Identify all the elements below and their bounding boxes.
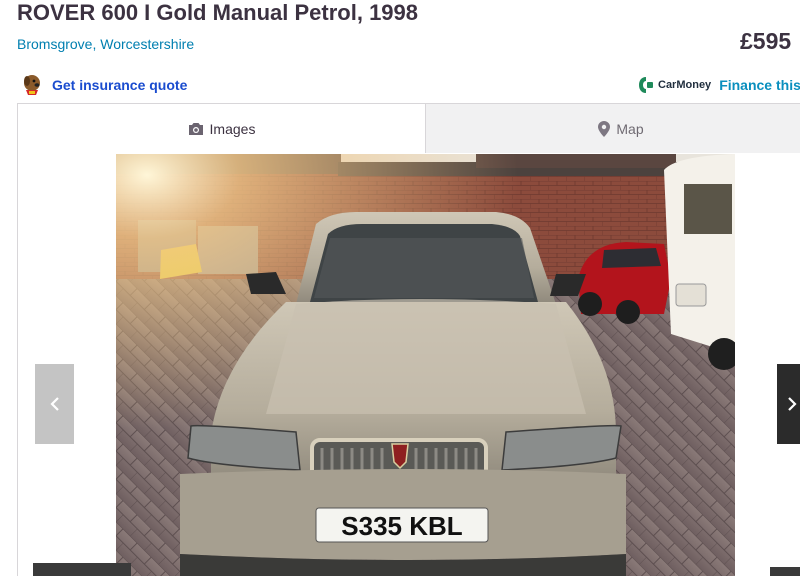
listing-title: ROVER 600 I Gold Manual Petrol, 1998 xyxy=(17,0,419,25)
carmoney-brand: CarMoney xyxy=(658,79,712,91)
carmoney-finance-link[interactable]: CarMoney Finance this car xyxy=(638,74,800,96)
car-photo[interactable]: S335 KBL xyxy=(116,154,735,576)
carmoney-logo-icon xyxy=(639,77,653,93)
listing-price: £595 xyxy=(740,28,792,54)
camera-icon xyxy=(188,122,203,135)
tab-images-label: Images xyxy=(209,120,256,137)
tab-map[interactable]: Map xyxy=(426,104,800,153)
insurance-quote-link[interactable]: Get insurance quote xyxy=(20,72,187,98)
finance-link-label: Finance this car xyxy=(719,77,800,93)
previous-image-button[interactable] xyxy=(35,364,74,444)
thumbnail-strip-right[interactable] xyxy=(770,567,800,576)
chevron-right-icon xyxy=(788,397,797,411)
tab-map-label: Map xyxy=(616,120,644,137)
license-plate: S335 KBL xyxy=(341,511,462,541)
insurance-quote-label: Get insurance quote xyxy=(52,77,188,93)
chevron-left-icon xyxy=(49,397,59,411)
media-tabs: Images Map xyxy=(17,103,800,153)
tab-images[interactable]: Images xyxy=(18,104,426,153)
car-photo-illustration: S335 KBL xyxy=(116,154,735,576)
insurance-dog-icon xyxy=(24,75,40,95)
thumbnail-strip[interactable] xyxy=(33,563,131,576)
listing-location-link[interactable]: Bromsgrove, Worcestershire xyxy=(17,36,194,52)
map-pin-icon xyxy=(598,120,611,137)
next-image-button[interactable] xyxy=(777,364,800,444)
